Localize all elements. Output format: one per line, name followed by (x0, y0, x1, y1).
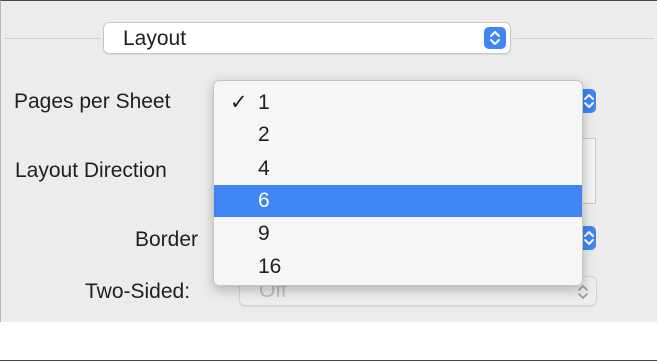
two-sided-label: Two-Sided: (85, 280, 191, 303)
layout-direction-selector[interactable] (581, 138, 596, 204)
menu-item-4[interactable]: 4 (214, 153, 582, 185)
menu-item-9[interactable]: 9 (214, 218, 582, 250)
menu-item-1[interactable]: ✓ 1 (214, 87, 582, 119)
pages-per-sheet-popup-stepper[interactable] (582, 89, 596, 113)
menu-item-label: 2 (258, 123, 270, 146)
section-divider-left (5, 38, 101, 39)
border-popup-stepper[interactable] (582, 226, 596, 250)
border-label: Border (135, 228, 199, 251)
bottom-divider (0, 360, 657, 361)
menu-item-label: 16 (258, 255, 282, 278)
menu-item-2[interactable]: 2 (214, 119, 582, 151)
section-popup-button[interactable]: Layout (103, 22, 511, 54)
section-popup-label: Layout (123, 27, 187, 50)
print-options-panel: Layout Pages per Sheet Layout Direction … (0, 0, 657, 322)
menu-item-label: 9 (258, 222, 270, 245)
up-down-chevron-icon (484, 27, 506, 49)
menu-item-label: 6 (258, 189, 270, 212)
pages-per-sheet-menu: ✓ 1 2 4 6 9 16 (213, 80, 583, 286)
menu-item-label: 1 (258, 91, 270, 114)
checkmark-icon: ✓ (230, 91, 248, 114)
menu-item-label: 4 (258, 157, 270, 180)
section-divider-right (513, 38, 654, 39)
layout-direction-label: Layout Direction (15, 159, 167, 182)
pages-per-sheet-label: Pages per Sheet (14, 90, 171, 113)
menu-item-16[interactable]: 16 (214, 251, 582, 283)
menu-item-6[interactable]: 6 (214, 185, 582, 217)
